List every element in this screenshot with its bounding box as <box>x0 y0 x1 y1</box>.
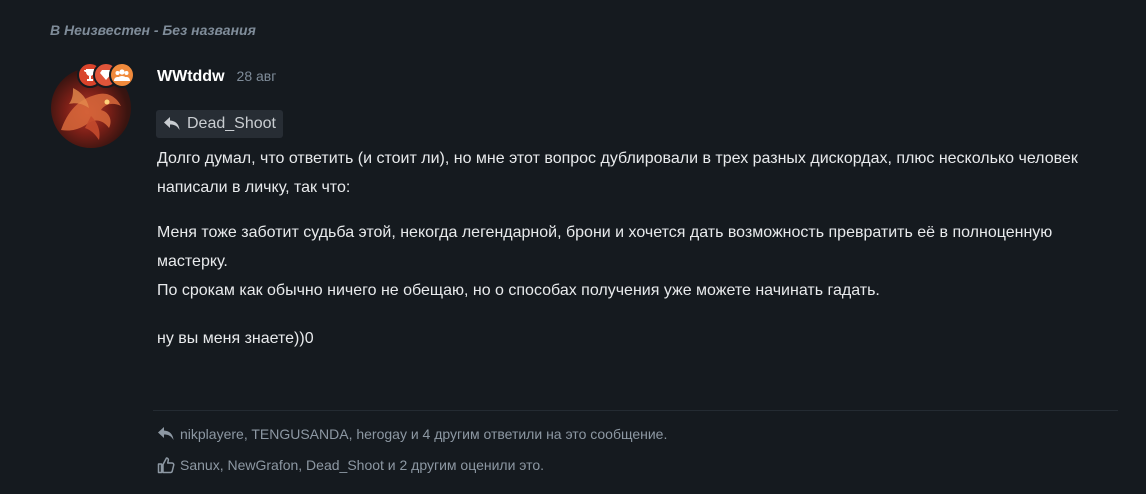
quoted-user-name: Dead_Shoot <box>187 115 276 132</box>
user-badges <box>77 62 139 90</box>
post-paragraph: Долго думал, что ответить (и стоит ли), … <box>157 150 1078 196</box>
quoted-user-chip[interactable]: Dead_Shoot <box>156 110 283 138</box>
reply-arrow-icon <box>158 427 174 440</box>
post-paragraph: Меня тоже заботит судьба этой, некогда л… <box>157 224 1053 270</box>
reply-arrow-icon <box>164 117 180 130</box>
post-paragraph: По срокам как обычно ничего не обещаю, н… <box>157 282 880 299</box>
author-name[interactable]: WWtddw <box>157 68 225 86</box>
thumbs-up-icon <box>157 457 175 474</box>
post-header: WWtddw 28 авг <box>157 68 276 86</box>
post-paragraph: ну вы меня знаете))0 <box>157 330 314 347</box>
replies-summary[interactable]: nikplayere, TENGUSANDA, herogay и 4 друг… <box>157 426 667 442</box>
post-date[interactable]: 28 авг <box>237 68 277 84</box>
divider <box>153 410 1118 411</box>
group-icon[interactable] <box>109 62 135 88</box>
replies-text: nikplayere, TENGUSANDA, herogay и 4 друг… <box>180 426 668 442</box>
likes-summary[interactable]: Sanux, NewGrafon, Dead_Shoot и 2 другим … <box>157 456 544 474</box>
likes-text: Sanux, NewGrafon, Dead_Shoot и 2 другим … <box>180 457 545 473</box>
breadcrumb[interactable]: В Неизвестен - Без названия <box>50 22 256 38</box>
